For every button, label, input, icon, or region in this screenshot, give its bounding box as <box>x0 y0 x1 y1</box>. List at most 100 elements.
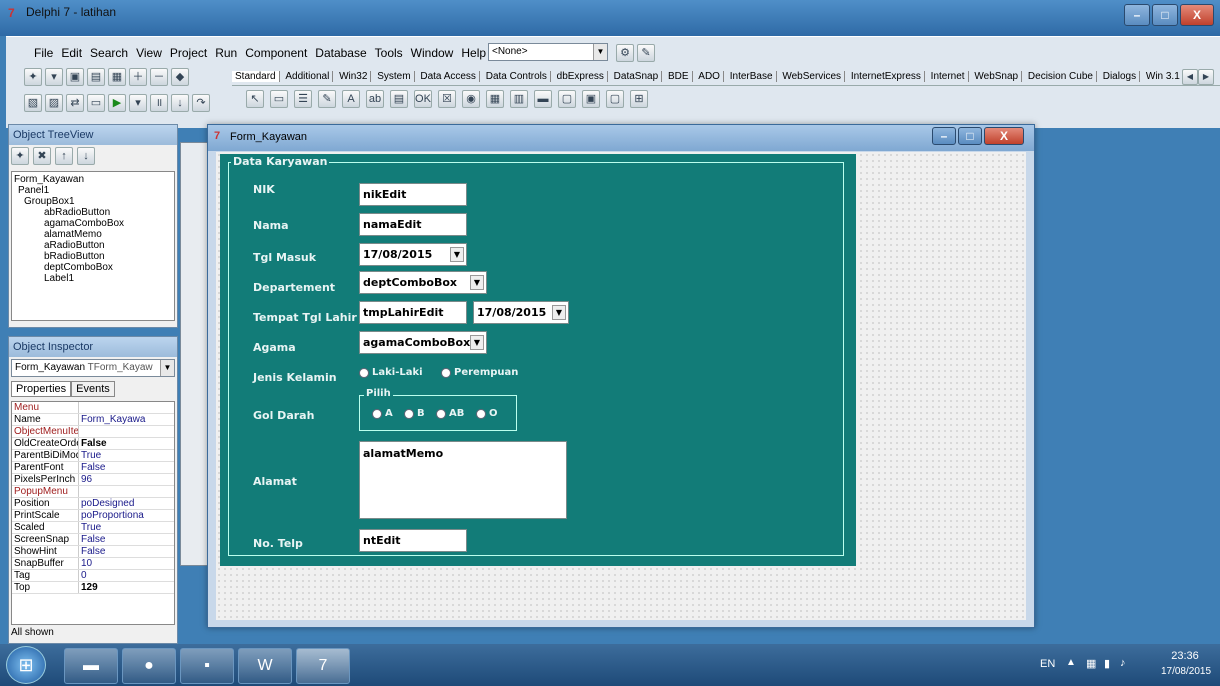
nama-edit[interactable]: namaEdit <box>359 213 467 236</box>
minimize-button[interactable]: – <box>1124 4 1150 26</box>
tab-dbexpress[interactable]: dbExpress <box>553 71 608 82</box>
menu-window[interactable]: Window <box>407 44 458 62</box>
save-all-icon[interactable]: ▤ <box>87 68 105 86</box>
trace-into-icon[interactable]: ↓ <box>171 94 189 112</box>
tab-standard[interactable]: Standard <box>232 71 280 82</box>
scroll-right-icon[interactable]: ▶ <box>1198 69 1214 85</box>
nik-edit[interactable]: nikEdit <box>359 183 467 206</box>
blood-a-radio[interactable]: A <box>372 408 393 419</box>
tab-datasnap[interactable]: DataSnap <box>610 71 663 82</box>
groupbox-pilih[interactable]: Pilih A B AB O <box>359 388 517 431</box>
tab-internetexpress[interactable]: InternetExpress <box>847 71 925 82</box>
volume-icon[interactable]: ♪ <box>1120 657 1126 669</box>
tab-websnap[interactable]: WebSnap <box>971 71 1023 82</box>
property-value[interactable]: 10 <box>78 558 174 569</box>
menu-database[interactable]: Database <box>311 44 370 62</box>
run-dropdown-icon[interactable]: ▾ <box>129 94 147 112</box>
edit-icon[interactable]: ab <box>366 90 384 108</box>
menu-project[interactable]: Project <box>166 44 211 62</box>
tempat-lahir-edit[interactable]: tmpLahirEdit <box>359 301 467 324</box>
blood-b-radio[interactable]: B <box>404 408 425 419</box>
memo-icon[interactable]: ▤ <box>390 90 408 108</box>
network-icon[interactable]: ▦ <box>1086 657 1096 670</box>
tgl-masuk-datepicker[interactable]: 17/08/2015 ▼ <box>359 243 467 266</box>
blood-ab-radio[interactable]: AB <box>436 408 464 419</box>
property-value[interactable]: False <box>78 462 174 473</box>
move-up-icon[interactable]: ↑ <box>55 147 73 165</box>
maximize-button[interactable]: □ <box>1152 4 1178 26</box>
save-icon[interactable]: ▣ <box>66 68 84 86</box>
property-row[interactable]: ParentBiDiModeTrue <box>12 450 174 462</box>
menu-run[interactable]: Run <box>211 44 241 62</box>
tab-internet[interactable]: Internet <box>927 71 969 82</box>
agama-combobox[interactable]: agamaComboBox ▼ <box>359 331 487 354</box>
menu-edit[interactable]: Edit <box>57 44 86 62</box>
pause-icon[interactable]: ॥ <box>150 94 168 112</box>
panel1[interactable]: Data Karyawan NIK nikEdit Nama namaEdit … <box>220 154 856 566</box>
property-row[interactable]: Tag 0 <box>12 570 174 582</box>
signal-icon[interactable]: ▮ <box>1104 657 1110 670</box>
property-value[interactable] <box>78 426 174 437</box>
frame-icon[interactable]: ▭ <box>270 90 288 108</box>
menu-tools[interactable]: Tools <box>371 44 407 62</box>
chevron-down-icon[interactable]: ▼ <box>450 247 464 262</box>
property-value[interactable] <box>78 402 174 413</box>
radiobutton-icon[interactable]: ◉ <box>462 90 480 108</box>
form-close-button[interactable]: X <box>984 127 1024 145</box>
panel-icon[interactable]: ▢ <box>606 90 624 108</box>
property-value[interactable]: 96 <box>78 474 174 485</box>
radiogroup-icon[interactable]: ▣ <box>582 90 600 108</box>
language-indicator[interactable]: EN <box>1040 658 1055 670</box>
tab-ado[interactable]: ADO <box>695 71 724 82</box>
property-value[interactable]: False <box>78 546 174 557</box>
property-row[interactable]: Top 129 <box>12 582 174 594</box>
property-value[interactable]: False <box>78 438 174 449</box>
property-value[interactable]: Form_Kayawa <box>78 414 174 425</box>
property-row[interactable]: ScreenSnap False <box>12 534 174 546</box>
tgl-lahir-datepicker[interactable]: 17/08/2015 ▼ <box>473 301 569 324</box>
inspector-object-combo[interactable]: Form_Kayawan TForm_Kayaw ▼ <box>11 359 175 377</box>
taskbar-cmd[interactable]: ▪ <box>180 648 234 684</box>
property-grid[interactable]: MenuName Form_KayawaObjectMenuItemOldCrea… <box>11 401 175 625</box>
chevron-down-icon[interactable]: ▼ <box>470 335 484 350</box>
move-down-icon[interactable]: ↓ <box>77 147 95 165</box>
alamat-memo[interactable]: alamatMemo <box>359 441 567 519</box>
property-row[interactable]: ObjectMenuItem <box>12 426 174 438</box>
label-icon[interactable]: A <box>342 90 360 108</box>
mainmenu-icon[interactable]: ☰ <box>294 90 312 108</box>
new-icon[interactable]: ✦ <box>24 68 42 86</box>
tab-data-controls[interactable]: Data Controls <box>482 71 551 82</box>
tree-item[interactable]: GroupBox1 <box>14 196 172 207</box>
tab-win32[interactable]: Win32 <box>336 71 372 82</box>
taskbar-firefox[interactable]: ● <box>122 648 176 684</box>
remove-file-icon[interactable]: － <box>150 68 168 86</box>
menu-file[interactable]: File <box>30 44 57 62</box>
property-row[interactable]: PopupMenu <box>12 486 174 498</box>
form-title-bar[interactable]: 7 Form_Kayawan – □ X <box>208 125 1034 151</box>
save-desktop-icon[interactable]: ⚙ <box>616 44 634 62</box>
treeview-list[interactable]: Form_Kayawan Panel1 GroupBox1 abRadioBut… <box>11 171 175 321</box>
property-value[interactable] <box>78 486 174 497</box>
listbox-icon[interactable]: ▦ <box>486 90 504 108</box>
scroll-left-icon[interactable]: ◀ <box>1182 69 1198 85</box>
clock-time[interactable]: 23:36 <box>1160 650 1210 662</box>
property-row[interactable]: PrintScale poProportiona <box>12 510 174 522</box>
tree-item[interactable]: deptComboBox <box>14 262 172 273</box>
tree-item[interactable]: Form_Kayawan <box>14 174 172 185</box>
step-over-icon[interactable]: ↷ <box>192 94 210 112</box>
ide-title-bar[interactable]: 7 Delphi 7 - latihan – □ X <box>0 0 1220 36</box>
tree-item[interactable]: alamatMemo <box>14 229 172 240</box>
groupbox-icon[interactable]: ▢ <box>558 90 576 108</box>
menu-search[interactable]: Search <box>86 44 132 62</box>
property-row[interactable]: Menu <box>12 402 174 414</box>
property-value[interactable]: 0 <box>78 570 174 581</box>
taskbar-word[interactable]: W <box>238 648 292 684</box>
button-icon[interactable]: OK <box>414 90 432 108</box>
dept-combobox[interactable]: deptComboBox ▼ <box>359 271 487 294</box>
property-value[interactable]: True <box>78 522 174 533</box>
tab-system[interactable]: System <box>374 71 415 82</box>
property-value[interactable]: 129 <box>78 582 174 593</box>
form-minimize-button[interactable]: – <box>932 127 956 145</box>
tree-item[interactable]: Label1 <box>14 273 172 284</box>
popupmenu-icon[interactable]: ✎ <box>318 90 336 108</box>
